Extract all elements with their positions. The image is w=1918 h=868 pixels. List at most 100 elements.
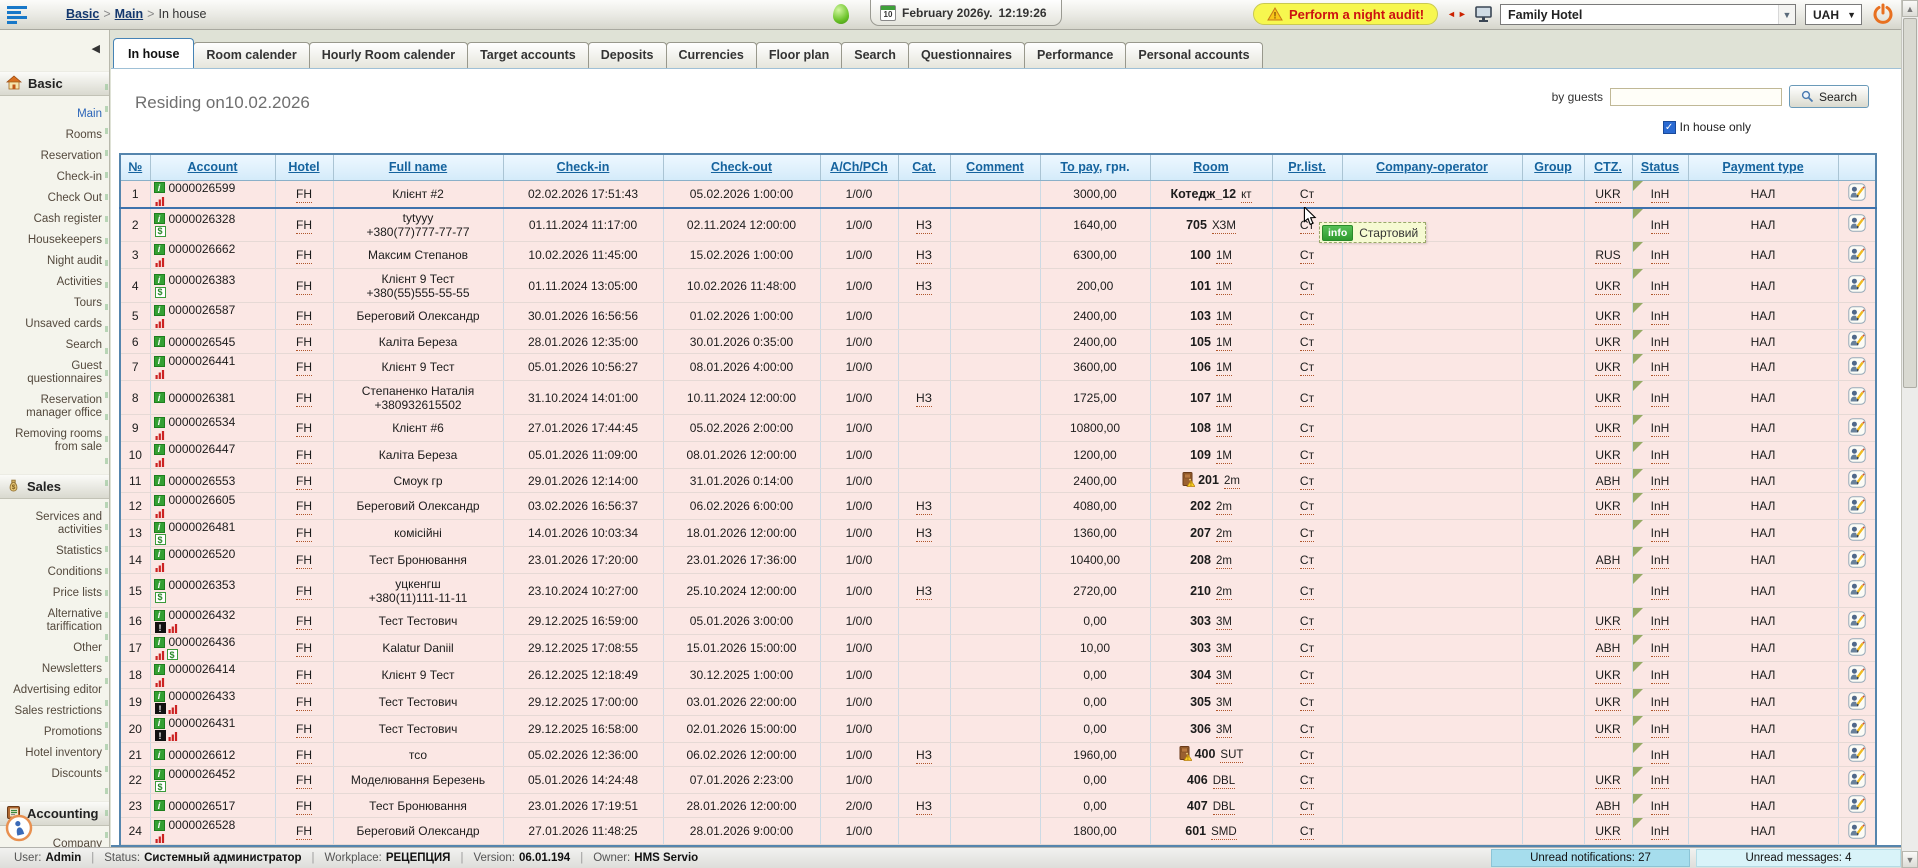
price-list-link[interactable]: Ст (1300, 526, 1314, 542)
price-list-link[interactable]: Ст (1300, 824, 1314, 840)
tab-floor-plan[interactable]: Floor plan (756, 42, 842, 68)
edit-guest-button[interactable] (1848, 306, 1866, 324)
edit-guest-button[interactable] (1848, 523, 1866, 541)
table-row[interactable]: 15i0000026353$FHуцкенгш+380(11)111-11-11… (120, 574, 1876, 608)
column-header-status[interactable]: Status (1632, 154, 1688, 180)
table-row[interactable]: 17i0000026436$FHKalatur Daniil29.12.2025… (120, 635, 1876, 662)
account-info-icon[interactable]: i (154, 820, 165, 831)
hotel-link[interactable]: FH (296, 421, 312, 437)
sidebar-item-main[interactable]: Main (0, 104, 109, 125)
status-link[interactable]: InH (1651, 248, 1670, 264)
price-list-link[interactable]: Ст (1300, 421, 1314, 437)
citizenship-link[interactable]: UKR (1595, 421, 1620, 437)
sidebar-item-reservation[interactable]: Reservation (0, 146, 109, 167)
edit-guest-button[interactable] (1848, 638, 1866, 656)
account-info-icon[interactable]: i (154, 495, 165, 506)
status-link[interactable]: InH (1651, 641, 1670, 657)
status-link[interactable]: InH (1651, 748, 1670, 764)
sidebar-item-promotions[interactable]: Promotions (0, 722, 109, 743)
table-row[interactable]: 20i0000026431!FHТест Тестович29.12.2025 … (120, 716, 1876, 743)
tab-target-accounts[interactable]: Target accounts (467, 42, 589, 68)
price-list-link[interactable]: Ст (1300, 448, 1314, 464)
category-link[interactable]: НЗ (916, 499, 932, 515)
column-header-pay[interactable]: To pay, грн. (1040, 154, 1150, 180)
scroll-down-icon[interactable]: ▼ (1902, 851, 1918, 868)
room-type-link[interactable]: 3М (1216, 697, 1232, 711)
price-list-link[interactable]: Ст (1300, 187, 1314, 203)
edit-guest-button[interactable] (1848, 770, 1866, 788)
status-link[interactable]: InH (1651, 391, 1670, 407)
hotel-link[interactable]: FH (296, 526, 312, 542)
tab-deposits[interactable]: Deposits (588, 42, 667, 68)
table-row[interactable]: 23i0000026517FHТест Бронювання23.01.2026… (120, 794, 1876, 818)
edit-guest-button[interactable] (1848, 692, 1866, 710)
room-type-link[interactable]: 2m (1216, 528, 1232, 542)
hotel-link[interactable]: FH (296, 309, 312, 325)
column-header-comment[interactable]: Comment (950, 154, 1040, 180)
price-list-link[interactable]: Ст (1300, 335, 1314, 351)
hotel-link[interactable]: FH (296, 773, 312, 789)
status-link[interactable]: InH (1651, 499, 1670, 515)
tab-currencies[interactable]: Currencies (666, 42, 757, 68)
edit-guest-button[interactable] (1848, 387, 1866, 405)
category-link[interactable]: НЗ (916, 748, 932, 764)
table-row[interactable]: 12i0000026605FHБереговий Олександр03.02.… (120, 493, 1876, 520)
hotel-link[interactable]: FH (296, 748, 312, 764)
sidebar-item-advertising-editor[interactable]: Advertising editor (0, 680, 109, 701)
status-link[interactable]: InH (1651, 421, 1670, 437)
price-list-link[interactable]: Ст (1300, 391, 1314, 407)
sidebar-item-housekeepers[interactable]: Housekeepers (0, 230, 109, 251)
tab-questionnaires[interactable]: Questionnaires (908, 42, 1025, 68)
hotel-link[interactable]: FH (296, 584, 312, 600)
menu-icon[interactable] (7, 4, 31, 31)
sidebar-item-discounts[interactable]: Discounts (0, 764, 109, 785)
hotel-link[interactable]: FH (296, 474, 312, 490)
account-info-icon[interactable]: i (154, 749, 165, 760)
search-button[interactable]: Search (1789, 85, 1869, 108)
edit-guest-button[interactable] (1848, 418, 1866, 436)
sidebar-item-unsaved-cards[interactable]: Unsaved cards (0, 314, 109, 335)
sidebar-section-sales[interactable]: $Sales (0, 474, 109, 499)
citizenship-link[interactable]: ABH (1596, 641, 1621, 657)
edit-guest-button[interactable] (1848, 665, 1866, 683)
table-row[interactable]: 11i0000026553FHСмоук гр29.01.2026 12:14:… (120, 469, 1876, 493)
edit-guest-button[interactable] (1848, 357, 1866, 375)
breadcrumb-main[interactable]: Main (115, 7, 143, 21)
edit-guest-button[interactable] (1848, 331, 1866, 349)
power-button[interactable] (1872, 3, 1894, 30)
info-button[interactable] (5, 814, 33, 842)
account-info-icon[interactable]: i (154, 579, 165, 590)
citizenship-link[interactable]: UKR (1595, 722, 1620, 738)
table-row[interactable]: 10i0000026447FHКаліта Береза05.01.2026 1… (120, 442, 1876, 469)
hotel-link[interactable]: FH (296, 279, 312, 295)
sidebar-item-other[interactable]: Other (0, 638, 109, 659)
sidebar-item-search[interactable]: Search (0, 335, 109, 356)
sidebar-section-basic[interactable]: Basic (0, 71, 109, 96)
status-link[interactable]: InH (1651, 335, 1670, 351)
inhouse-only-checkbox[interactable]: ✓ In house only (1663, 120, 1751, 134)
room-type-link[interactable]: 3М (1216, 670, 1232, 684)
hotel-link[interactable]: FH (296, 187, 312, 203)
vertical-scrollbar[interactable]: ▲ ▼ (1901, 0, 1918, 868)
status-link[interactable]: InH (1651, 279, 1670, 295)
hotel-link[interactable]: FH (296, 668, 312, 684)
account-info-icon[interactable]: i (154, 718, 165, 729)
room-type-link[interactable]: кт (1241, 189, 1251, 203)
room-type-link[interactable]: DBL (1213, 775, 1235, 789)
table-row[interactable]: 19i0000026433!FHТест Тестович29.12.2025 … (120, 689, 1876, 716)
hotel-link[interactable]: FH (296, 248, 312, 264)
status-link[interactable]: InH (1651, 584, 1670, 600)
price-list-link[interactable]: Ст (1300, 553, 1314, 569)
sidebar-item-services-and-activities[interactable]: Services and activities (0, 507, 109, 541)
column-header-hotel[interactable]: Hotel (275, 154, 333, 180)
tab-in-house[interactable]: In house (113, 38, 194, 68)
account-info-icon[interactable]: i (154, 336, 165, 347)
account-info-icon[interactable]: i (154, 444, 165, 455)
citizenship-link[interactable]: UKR (1595, 279, 1620, 295)
room-type-link[interactable]: 2m (1216, 586, 1232, 600)
account-info-icon[interactable]: i (154, 664, 165, 675)
room-type-link[interactable]: 3М (1216, 643, 1232, 657)
status-link[interactable]: InH (1651, 474, 1670, 490)
citizenship-link[interactable]: UKR (1595, 499, 1620, 515)
price-list-link[interactable]: Ст (1300, 248, 1314, 264)
